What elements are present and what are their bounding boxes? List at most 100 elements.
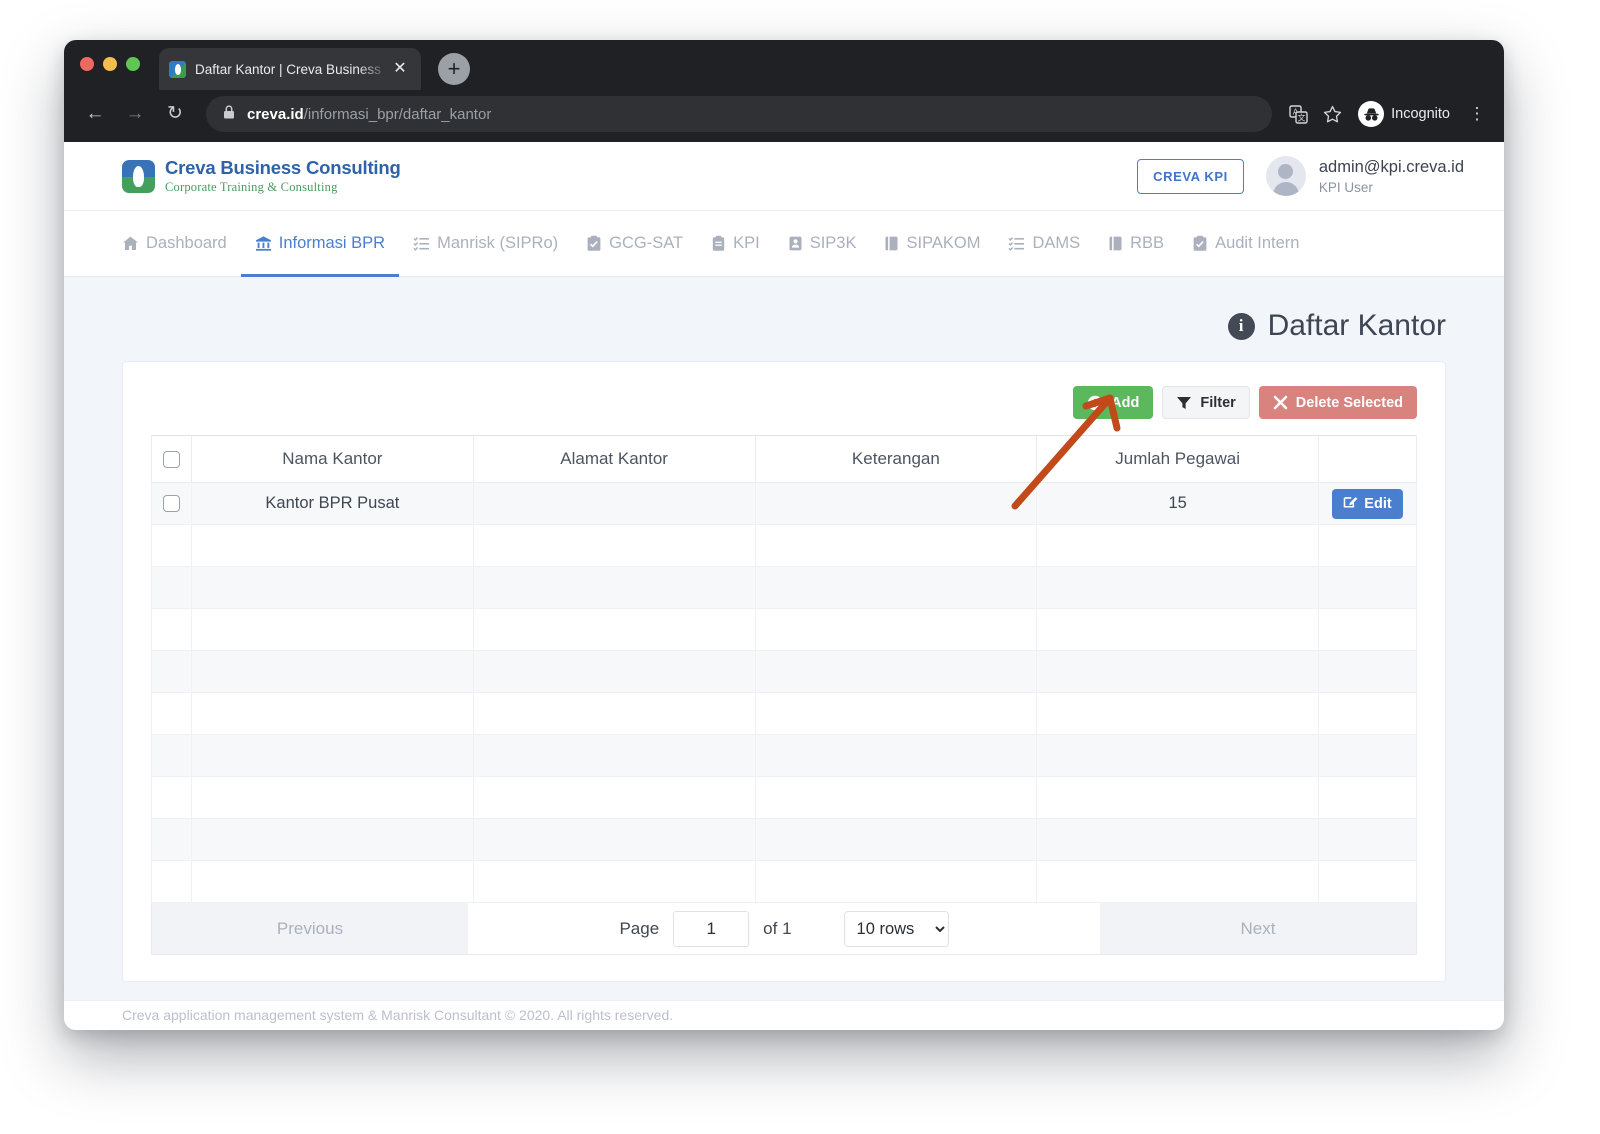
incognito-indicator[interactable]: Incognito <box>1354 98 1462 130</box>
main-navigation: Dashboard Informasi BPR Manrisk (SIPRo) … <box>64 211 1504 277</box>
filter-button[interactable]: Filter <box>1162 386 1250 419</box>
forward-button[interactable]: → <box>118 97 152 131</box>
footer-text: Creva application management system & Ma… <box>122 1007 674 1023</box>
bank-icon <box>255 235 272 252</box>
cell-keterangan <box>754 482 1038 525</box>
table-row-empty <box>151 818 1417 861</box>
incognito-icon <box>1358 101 1385 127</box>
next-page-button[interactable]: Next <box>1100 903 1416 954</box>
column-header-alamat-kantor[interactable]: Alamat Kantor <box>472 435 756 483</box>
header-right: CREVA KPI admin@kpi.creva.id KPI User <box>1137 156 1464 196</box>
browser-tab[interactable]: Daftar Kantor | Creva Business ✕ <box>159 48 421 90</box>
document-icon <box>711 235 726 252</box>
url-text: creva.id/informasi_bpr/daftar_kantor <box>247 106 491 123</box>
user-menu[interactable]: admin@kpi.creva.id KPI User <box>1265 156 1464 196</box>
nav-item-sip3k[interactable]: SIP3K <box>774 211 871 276</box>
content-card: Add Filter Delete Selected Nama Kantor A… <box>122 361 1446 982</box>
nav-item-gcg-sat[interactable]: GCG-SAT <box>572 211 697 276</box>
nav-item-dashboard[interactable]: Dashboard <box>122 211 241 276</box>
row-select-cell <box>151 482 192 525</box>
nav-item-kpi[interactable]: KPI <box>697 211 774 276</box>
list-icon <box>413 235 430 252</box>
incognito-label: Incognito <box>1391 106 1450 122</box>
creva-kpi-button[interactable]: CREVA KPI <box>1137 158 1244 194</box>
total-pages-label: of 1 <box>763 918 792 938</box>
browser-window: Daftar Kantor | Creva Business ✕ + ← → ↻… <box>64 40 1504 1030</box>
browser-tab-strip: Daftar Kantor | Creva Business ✕ + <box>64 40 1504 90</box>
table-row-empty <box>151 524 1417 567</box>
nav-label: SIP3K <box>809 234 857 252</box>
select-all-header <box>151 435 192 483</box>
table-row-empty <box>151 650 1417 693</box>
logo-subtitle: Corporate Training & Consulting <box>165 179 338 194</box>
previous-page-button[interactable]: Previous <box>152 903 468 954</box>
cell-nama-kantor: Kantor BPR Pusat <box>191 482 474 525</box>
nav-item-informasi-bpr[interactable]: Informasi BPR <box>240 211 400 277</box>
filter-label: Filter <box>1200 394 1236 411</box>
column-header-actions <box>1318 435 1417 483</box>
table-toolbar: Add Filter Delete Selected <box>151 386 1417 419</box>
page-viewport: Creva Business Consulting Corporate Trai… <box>64 142 1504 1030</box>
cell-actions: Edit <box>1318 482 1417 525</box>
delete-selected-button[interactable]: Delete Selected <box>1258 386 1417 419</box>
address-bar[interactable]: creva.id/informasi_bpr/daftar_kantor <box>206 96 1273 132</box>
nav-item-manrisk-sipro[interactable]: Manrisk (SIPRo) <box>399 211 572 276</box>
nav-label: Audit Intern <box>1215 234 1300 252</box>
edit-label: Edit <box>1364 495 1392 512</box>
minimize-window-button[interactable] <box>103 57 117 71</box>
kantor-table: Nama Kantor Alamat Kantor Keterangan Jum… <box>151 435 1417 903</box>
delete-label: Delete Selected <box>1295 394 1403 411</box>
svg-text:文: 文 <box>1297 112 1305 122</box>
table-header-row: Nama Kantor Alamat Kantor Keterangan Jum… <box>151 435 1417 483</box>
edit-button[interactable]: Edit <box>1332 488 1403 519</box>
column-header-keterangan[interactable]: Keterangan <box>754 435 1038 483</box>
add-button[interactable]: Add <box>1073 386 1154 419</box>
cell-alamat-kantor <box>472 482 756 525</box>
creva-logo-icon <box>122 159 155 193</box>
new-tab-button[interactable]: + <box>438 53 470 85</box>
column-header-nama-kantor[interactable]: Nama Kantor <box>191 435 474 483</box>
nav-item-audit-intern[interactable]: Audit Intern <box>1178 211 1313 276</box>
info-icon: i <box>1227 312 1255 340</box>
nav-item-sipakom[interactable]: SIPAKOM <box>870 211 994 276</box>
clipboard-icon <box>1192 235 1208 252</box>
close-window-button[interactable] <box>80 57 94 71</box>
nav-item-dams[interactable]: DAMS <box>994 211 1094 276</box>
favicon-icon <box>169 60 186 78</box>
book-icon <box>1108 235 1123 252</box>
plus-circle-icon <box>1087 395 1103 411</box>
table-row[interactable]: Kantor BPR Pusat 15 Edit <box>151 482 1417 525</box>
id-card-icon <box>788 235 803 252</box>
lock-icon <box>222 104 236 125</box>
column-header-jumlah-pegawai[interactable]: Jumlah Pegawai <box>1036 435 1319 483</box>
book-icon <box>884 235 899 252</box>
toolbar-actions: A 文 Incognito ⋮ <box>1282 98 1490 130</box>
reload-button[interactable]: ↻ <box>158 97 192 131</box>
user-email: admin@kpi.creva.id <box>1318 158 1464 177</box>
clipboard-icon <box>586 235 602 252</box>
site-logo[interactable]: Creva Business Consulting Corporate Trai… <box>122 158 401 194</box>
list-icon <box>1008 235 1025 252</box>
browser-toolbar: ← → ↻ creva.id/informasi_bpr/daftar_kant… <box>64 90 1504 142</box>
table-row-empty <box>151 692 1417 735</box>
table-row-empty <box>151 608 1417 651</box>
nav-label: Manrisk (SIPRo) <box>437 234 559 252</box>
row-checkbox[interactable] <box>163 495 180 513</box>
page-title-row: i Daftar Kantor <box>64 277 1504 343</box>
url-domain: creva.id <box>247 105 304 123</box>
page-number-input[interactable] <box>673 910 750 947</box>
table-row-empty <box>151 860 1417 903</box>
browser-menu-button[interactable]: ⋮ <box>1464 98 1490 130</box>
rows-per-page-select[interactable]: 10 rows 25 rows 50 rows 100 rows <box>843 910 949 947</box>
user-role: KPI User <box>1318 179 1373 195</box>
nav-item-rbb[interactable]: RBB <box>1094 211 1178 276</box>
back-button[interactable]: ← <box>78 97 112 131</box>
page-title: Daftar Kantor <box>1267 309 1446 342</box>
cell-jumlah-pegawai: 15 <box>1036 482 1319 525</box>
close-tab-icon[interactable]: ✕ <box>389 58 411 80</box>
translate-icon[interactable]: A 文 <box>1282 98 1314 130</box>
bookmark-star-icon[interactable] <box>1316 98 1348 130</box>
nav-label: RBB <box>1130 234 1165 252</box>
maximize-window-button[interactable] <box>126 57 140 71</box>
select-all-checkbox[interactable] <box>163 451 180 469</box>
